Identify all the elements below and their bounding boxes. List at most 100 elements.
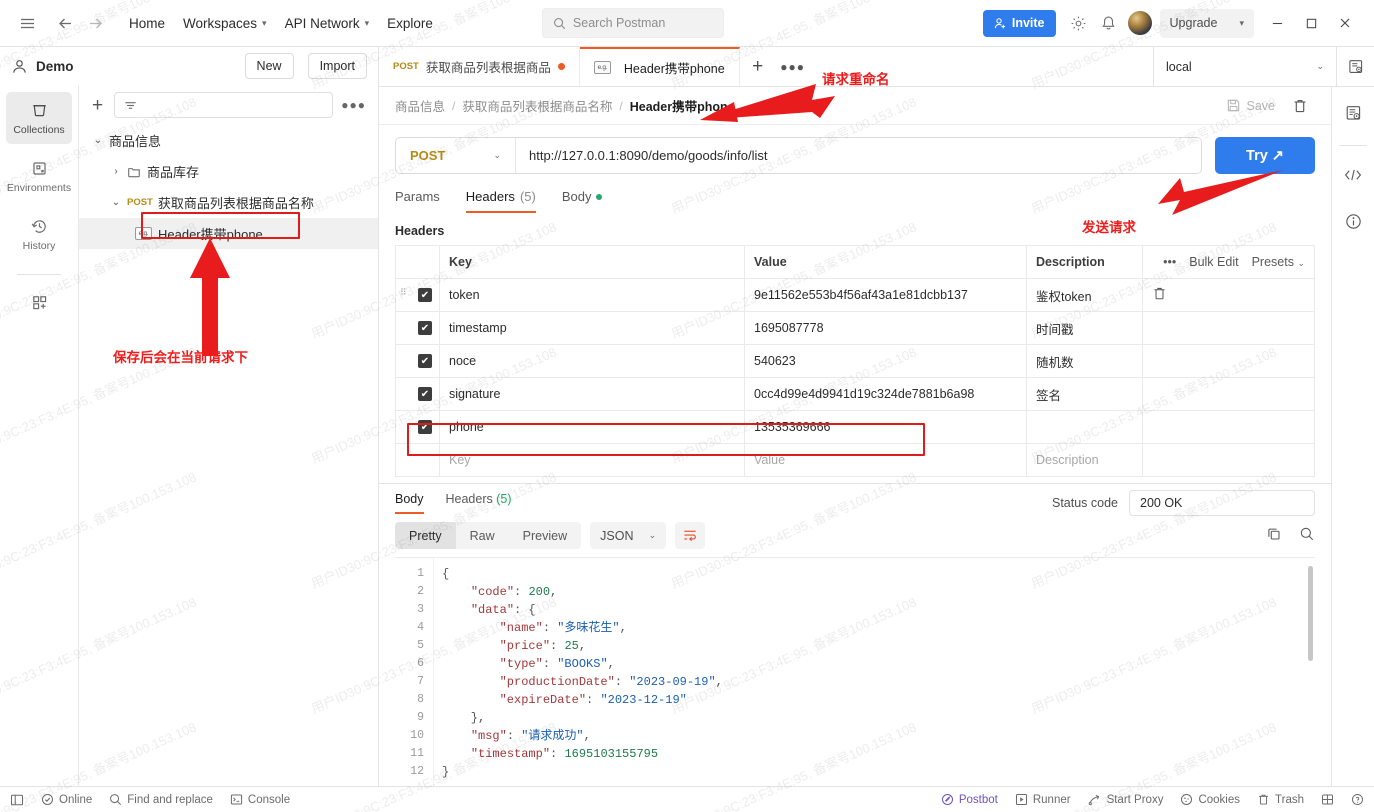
row-checkbox[interactable]: ✔ [418,420,432,435]
wrap-lines-icon[interactable] [675,522,706,549]
url-input[interactable] [516,138,1201,173]
tab-request[interactable]: POST 获取商品列表根据商品 [379,47,580,86]
status-online[interactable]: Online [41,793,92,806]
row-checkbox[interactable]: ✔ [418,288,432,303]
table-row[interactable]: ✔ signature 0cc4d99e4d9941d19c324de7881b… [395,377,1315,411]
postbot-button[interactable]: Postbot [941,793,998,806]
cell-description[interactable]: 鉴权token [1026,278,1143,312]
find-and-replace-button[interactable]: Find and replace [109,793,213,806]
filter-input[interactable] [114,92,334,118]
tree-item-example[interactable]: e.g. Header携带phone [79,218,378,249]
cell-key[interactable]: phone [439,410,745,444]
cell-value[interactable]: 13535369666 [744,410,1027,444]
view-mode-pretty[interactable]: Pretty [395,522,456,549]
nav-explore[interactable]: Explore [378,11,442,36]
cookies-button[interactable]: Cookies [1180,793,1240,806]
layout-grid-icon[interactable] [1321,793,1334,806]
start-proxy-button[interactable]: Start Proxy [1088,793,1163,806]
response-tab-body[interactable]: Body [395,492,424,514]
new-tab-button[interactable]: + [740,47,776,86]
environment-selector[interactable]: local ⌄ [1153,47,1336,86]
breadcrumb-request[interactable]: 获取商品列表根据商品名称 [462,96,612,115]
cell-description[interactable]: 随机数 [1026,344,1143,378]
cell-key-placeholder[interactable]: Key [439,443,745,477]
ellipsis-icon[interactable]: ••• [1163,255,1176,269]
table-row[interactable]: ✔ phone 13535369666 [395,410,1315,444]
presets-button[interactable]: Presets ⌄ [1252,255,1305,269]
gear-icon[interactable] [1064,8,1094,38]
bulk-edit-button[interactable]: Bulk Edit [1189,255,1238,269]
row-checkbox[interactable]: ✔ [418,354,432,369]
info-circle-icon[interactable] [1337,205,1369,237]
cell-description-placeholder[interactable]: Description [1026,443,1143,477]
delete-button[interactable] [1285,92,1315,120]
sidebar-item-history[interactable]: History [6,208,72,260]
table-row-placeholder[interactable]: Key Value Description [395,443,1315,477]
cell-key[interactable]: noce [439,344,745,378]
sidebar-item-environments[interactable]: Environments [6,150,72,202]
cell-value-placeholder[interactable]: Value [744,443,1027,477]
breadcrumb-collection[interactable]: 商品信息 [395,96,445,115]
tab-example[interactable]: e.g. Header携带phone [579,47,740,86]
code-snippet-icon[interactable] [1337,159,1369,191]
table-row[interactable]: ✔ timestamp 1695087778 时间戳 [395,311,1315,345]
cell-description[interactable]: 签名 [1026,377,1143,411]
cell-key[interactable]: signature [439,377,745,411]
search-input[interactable]: Search Postman [541,8,724,38]
import-button[interactable]: Import [307,53,367,79]
copy-icon[interactable] [1266,526,1282,545]
bell-icon[interactable] [1094,8,1124,38]
chevron-down-icon[interactable]: ⌄ [105,197,127,208]
view-mode-preview[interactable]: Preview [509,522,581,549]
table-row[interactable]: ⠿ ✔ token 9e11562e553b4f56af43a1e81dcbb1… [395,278,1315,312]
response-body-viewer[interactable]: 1 2 3 4 5 6 7 8 9 10 11 12 { "code": 200, "data": {… [395,557,1315,786]
chevron-down-icon[interactable]: ⌄ [87,135,109,146]
tree-more-icon[interactable]: ●●● [341,98,366,112]
tab-body[interactable]: Body [562,189,603,213]
close-icon[interactable] [1328,7,1362,39]
tab-headers[interactable]: Headers (5) [465,189,536,213]
method-selector[interactable]: POST ⌄ [396,138,516,173]
environment-quick-look-icon[interactable] [1336,47,1374,86]
cell-value[interactable]: 1695087778 [744,311,1027,345]
documentation-icon[interactable] [1337,97,1369,129]
avatar[interactable] [1127,11,1152,35]
cell-description[interactable] [1026,410,1143,444]
response-scrollbar[interactable] [1308,566,1313,661]
chevron-right-icon[interactable]: › [105,166,127,177]
view-mode-raw[interactable]: Raw [456,522,509,549]
invite-button[interactable]: Invite [982,9,1056,37]
cell-key[interactable]: token [439,278,745,312]
new-button[interactable]: New [244,53,294,79]
page-title[interactable]: Header携带phone [630,96,735,115]
nav-api-network[interactable]: API Network ▾ [276,11,379,36]
table-row[interactable]: ✔ noce 540623 随机数 [395,344,1315,378]
tree-item-folder[interactable]: › 商品库存 [79,156,378,187]
cell-description[interactable]: 时间戳 [1026,311,1143,345]
maximize-icon[interactable] [1294,7,1328,39]
nav-workspaces[interactable]: Workspaces ▾ [174,11,276,36]
response-tab-headers[interactable]: Headers (5) [446,492,512,514]
minimize-icon[interactable] [1260,7,1294,39]
drag-handle-icon[interactable]: ⠿ [400,288,407,297]
arrow-left-icon[interactable] [50,8,80,38]
sidebar-item-add-apps[interactable] [6,285,72,319]
row-delete-button[interactable] [1142,278,1315,312]
tree-item-request[interactable]: ⌄ POST 获取商品列表根据商品名称 [79,187,378,218]
cell-value[interactable]: 540623 [744,344,1027,378]
plus-icon[interactable]: + [89,96,106,115]
row-checkbox[interactable]: ✔ [418,321,432,336]
try-button[interactable]: Try ↗ [1215,137,1315,174]
tab-options-icon[interactable]: ●●● [776,47,810,86]
tree-item-collection[interactable]: ⌄ 商品信息 [79,125,378,156]
help-circle-icon[interactable] [1351,793,1364,806]
search-icon[interactable] [1299,526,1315,545]
upgrade-button[interactable]: Upgrade ▾ [1159,8,1254,38]
trash-button[interactable]: Trash [1257,793,1304,806]
tab-params[interactable]: Params [395,189,440,213]
cell-value[interactable]: 0cc4d99e4d9941d19c324de7881b6a98 [744,377,1027,411]
runner-button[interactable]: Runner [1015,793,1071,806]
format-selector[interactable]: JSON ⌄ [590,522,667,549]
arrow-right-icon[interactable] [80,8,110,38]
row-checkbox[interactable]: ✔ [418,387,432,402]
